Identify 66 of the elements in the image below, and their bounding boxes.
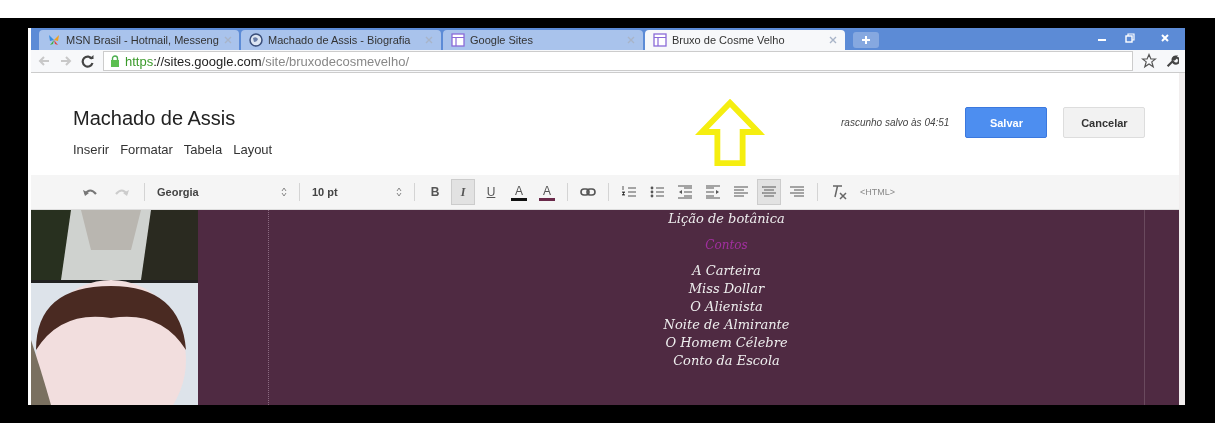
bold-button[interactable]: B [423, 179, 447, 205]
highlight-button[interactable]: A [535, 179, 559, 205]
story-title: Conto da Escola [673, 352, 780, 370]
underline-button[interactable]: U [479, 179, 503, 205]
up-arrow-icon [695, 99, 765, 167]
indent-icon [705, 185, 721, 199]
reload-icon[interactable] [81, 54, 95, 68]
tab-title: MSN Brasil - Hotmail, Messeng [66, 34, 219, 46]
draft-status: rascunho salvo às 04:51 [841, 117, 950, 128]
butterfly-icon [47, 33, 61, 47]
browser-tab[interactable]: Bruxo de Cosme Velho [645, 30, 845, 50]
spinner-icon [281, 187, 287, 197]
address-bar[interactable]: https://sites.google.com/site/bruxodecosmevelho/ [103, 51, 1133, 71]
restore-icon [1125, 33, 1135, 43]
close-icon[interactable] [223, 36, 232, 44]
menu-item[interactable]: Tabela [183, 142, 223, 157]
menu-item[interactable]: Inserir [73, 142, 110, 157]
italic-button[interactable]: I [451, 179, 475, 205]
close-icon[interactable] [627, 36, 635, 44]
new-tab-button[interactable] [853, 32, 879, 48]
globe-icon [249, 33, 263, 47]
close-icon[interactable] [425, 36, 433, 44]
color-swatch [539, 197, 555, 201]
forward-icon[interactable] [59, 54, 73, 68]
link-icon [580, 188, 596, 196]
bulleted-icon [649, 185, 665, 199]
page-icon [451, 33, 465, 47]
center-icon [761, 185, 777, 199]
story-title: O Homem Célebre [665, 334, 788, 352]
wrench-icon[interactable] [1165, 54, 1179, 68]
lock-icon [110, 55, 120, 67]
browser-tab[interactable]: Machado de Assis - Biografia [241, 30, 441, 50]
menu-item[interactable]: Formatar [120, 142, 173, 157]
outdent-icon [677, 185, 693, 199]
left-icon [733, 185, 749, 199]
color-button[interactable]: A [507, 179, 531, 205]
story-title: Noite de Almirante [663, 316, 790, 334]
story-title: Lição de botânica [668, 210, 785, 228]
story-title: A Carteira [692, 262, 761, 280]
back-icon[interactable] [37, 54, 51, 68]
story-title: O Alienista [690, 298, 763, 316]
tab-title: Machado de Assis - Biografia [268, 34, 412, 46]
center-button[interactable] [757, 179, 781, 205]
menu-item[interactable]: Layout [233, 142, 273, 157]
site-title: Machado de Assis [73, 107, 237, 130]
tab-title: Bruxo de Cosme Velho [672, 34, 786, 46]
plus-icon [861, 35, 871, 45]
font-select[interactable]: Georgia [153, 186, 291, 198]
redo-icon[interactable] [114, 186, 130, 198]
tab-title: Google Sites [470, 34, 534, 46]
browser-tab[interactable]: Google Sites [443, 30, 643, 50]
clear-format-icon [830, 184, 848, 200]
section-heading: Contos [705, 237, 748, 254]
close-icon [1160, 33, 1170, 43]
cancel-button[interactable]: Cancelar [1063, 107, 1146, 138]
browser-tab[interactable]: MSN Brasil - Hotmail, Messeng [39, 30, 239, 50]
spinner-icon [396, 187, 402, 197]
page-icon [653, 33, 667, 47]
story-title: Miss Dollar [688, 280, 765, 298]
numbered-icon [621, 185, 637, 199]
star-icon[interactable] [1141, 53, 1157, 69]
undo-icon[interactable] [82, 186, 98, 198]
size-select[interactable]: 10 pt [308, 186, 406, 198]
close-icon[interactable] [829, 36, 837, 44]
right-icon [789, 185, 805, 199]
color-swatch [511, 197, 527, 201]
